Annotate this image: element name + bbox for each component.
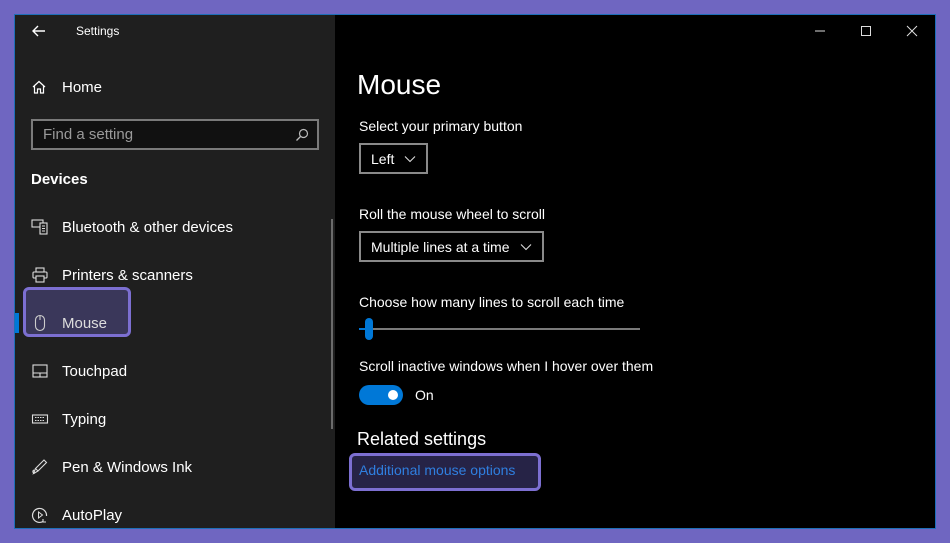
sidebar-scrollbar[interactable] [331, 219, 333, 429]
additional-mouse-options-link[interactable]: Additional mouse options [359, 462, 515, 478]
sidebar-item-home[interactable]: Home [31, 75, 321, 99]
search-icon[interactable] [295, 128, 309, 142]
sidebar-item-label: AutoPlay [62, 506, 123, 524]
sidebar-item-mouse[interactable]: Mouse [15, 287, 331, 347]
pen-icon [31, 458, 49, 476]
slider-thumb[interactable] [365, 318, 373, 340]
sidebar-item-label: Pen & Windows Ink [62, 458, 193, 476]
bluetooth-devices-icon [31, 218, 49, 236]
back-button[interactable] [29, 21, 49, 41]
chevron-down-icon [520, 243, 531, 250]
sidebar-item-touchpad[interactable]: Touchpad [15, 347, 331, 395]
wheel-scroll-label: Roll the mouse wheel to scroll [359, 206, 545, 222]
sidebar-item-label: Home [62, 78, 103, 96]
keyboard-icon [31, 410, 49, 428]
back-arrow-icon [32, 25, 45, 37]
dropdown-value: Left [371, 150, 395, 167]
home-icon [32, 80, 46, 94]
minimize-button[interactable] [797, 15, 843, 47]
slider-track [359, 328, 640, 330]
sidebar-item-label: Typing [62, 410, 107, 428]
sidebar-item-bluetooth[interactable]: Bluetooth & other devices [15, 203, 331, 251]
inactive-scroll-label: Scroll inactive windows when I hover ove… [359, 358, 654, 374]
related-settings-heading: Related settings [357, 429, 487, 449]
chevron-down-icon [404, 155, 416, 162]
autoplay-icon [31, 506, 49, 524]
related-link-container: Additional mouse options [349, 453, 541, 491]
sidebar-nav: Bluetooth & other devices Printers & sca… [15, 203, 331, 528]
inactive-scroll-toggle[interactable] [359, 385, 403, 405]
window-controls [797, 15, 935, 47]
maximize-icon [861, 26, 871, 36]
mouse-icon [31, 314, 49, 332]
toggle-knob [388, 390, 398, 400]
app-title: Settings [76, 24, 120, 38]
sidebar-item-label: Touchpad [62, 362, 128, 380]
settings-window: Settings Home Devices [14, 14, 936, 529]
close-icon [906, 25, 918, 37]
primary-button-dropdown[interactable]: Left [359, 143, 429, 174]
toggle-state-label: On [415, 387, 434, 403]
search-box[interactable] [31, 119, 319, 150]
wheel-scroll-dropdown[interactable]: Multiple lines at a time [359, 231, 544, 262]
sidebar-item-label: Printers & scanners [62, 266, 193, 284]
main-content: Mouse Select your primary button Left Ro… [335, 15, 935, 528]
sidebar-item-autoplay[interactable]: AutoPlay [15, 491, 331, 528]
inactive-scroll-toggle-row: On [359, 385, 434, 405]
dropdown-value: Multiple lines at a time [371, 238, 510, 255]
touchpad-icon [31, 362, 49, 380]
lines-slider-label: Choose how many lines to scroll each tim… [359, 294, 625, 310]
close-button[interactable] [889, 15, 935, 47]
printer-icon [31, 266, 49, 284]
sidebar-item-label: Mouse [62, 314, 108, 332]
sidebar-item-label: Bluetooth & other devices [62, 218, 233, 236]
page-title: Mouse [357, 69, 442, 100]
maximize-button[interactable] [843, 15, 889, 47]
sidebar-item-typing[interactable]: Typing [15, 395, 331, 443]
title-bar: Settings [15, 15, 335, 47]
sidebar: Settings Home Devices [15, 15, 335, 528]
search-input[interactable] [43, 126, 295, 143]
minimize-icon [815, 30, 825, 32]
lines-slider[interactable] [359, 317, 640, 341]
primary-button-label: Select your primary button [359, 118, 523, 134]
section-heading: Devices [31, 171, 88, 188]
sidebar-item-pen[interactable]: Pen & Windows Ink [15, 443, 331, 491]
